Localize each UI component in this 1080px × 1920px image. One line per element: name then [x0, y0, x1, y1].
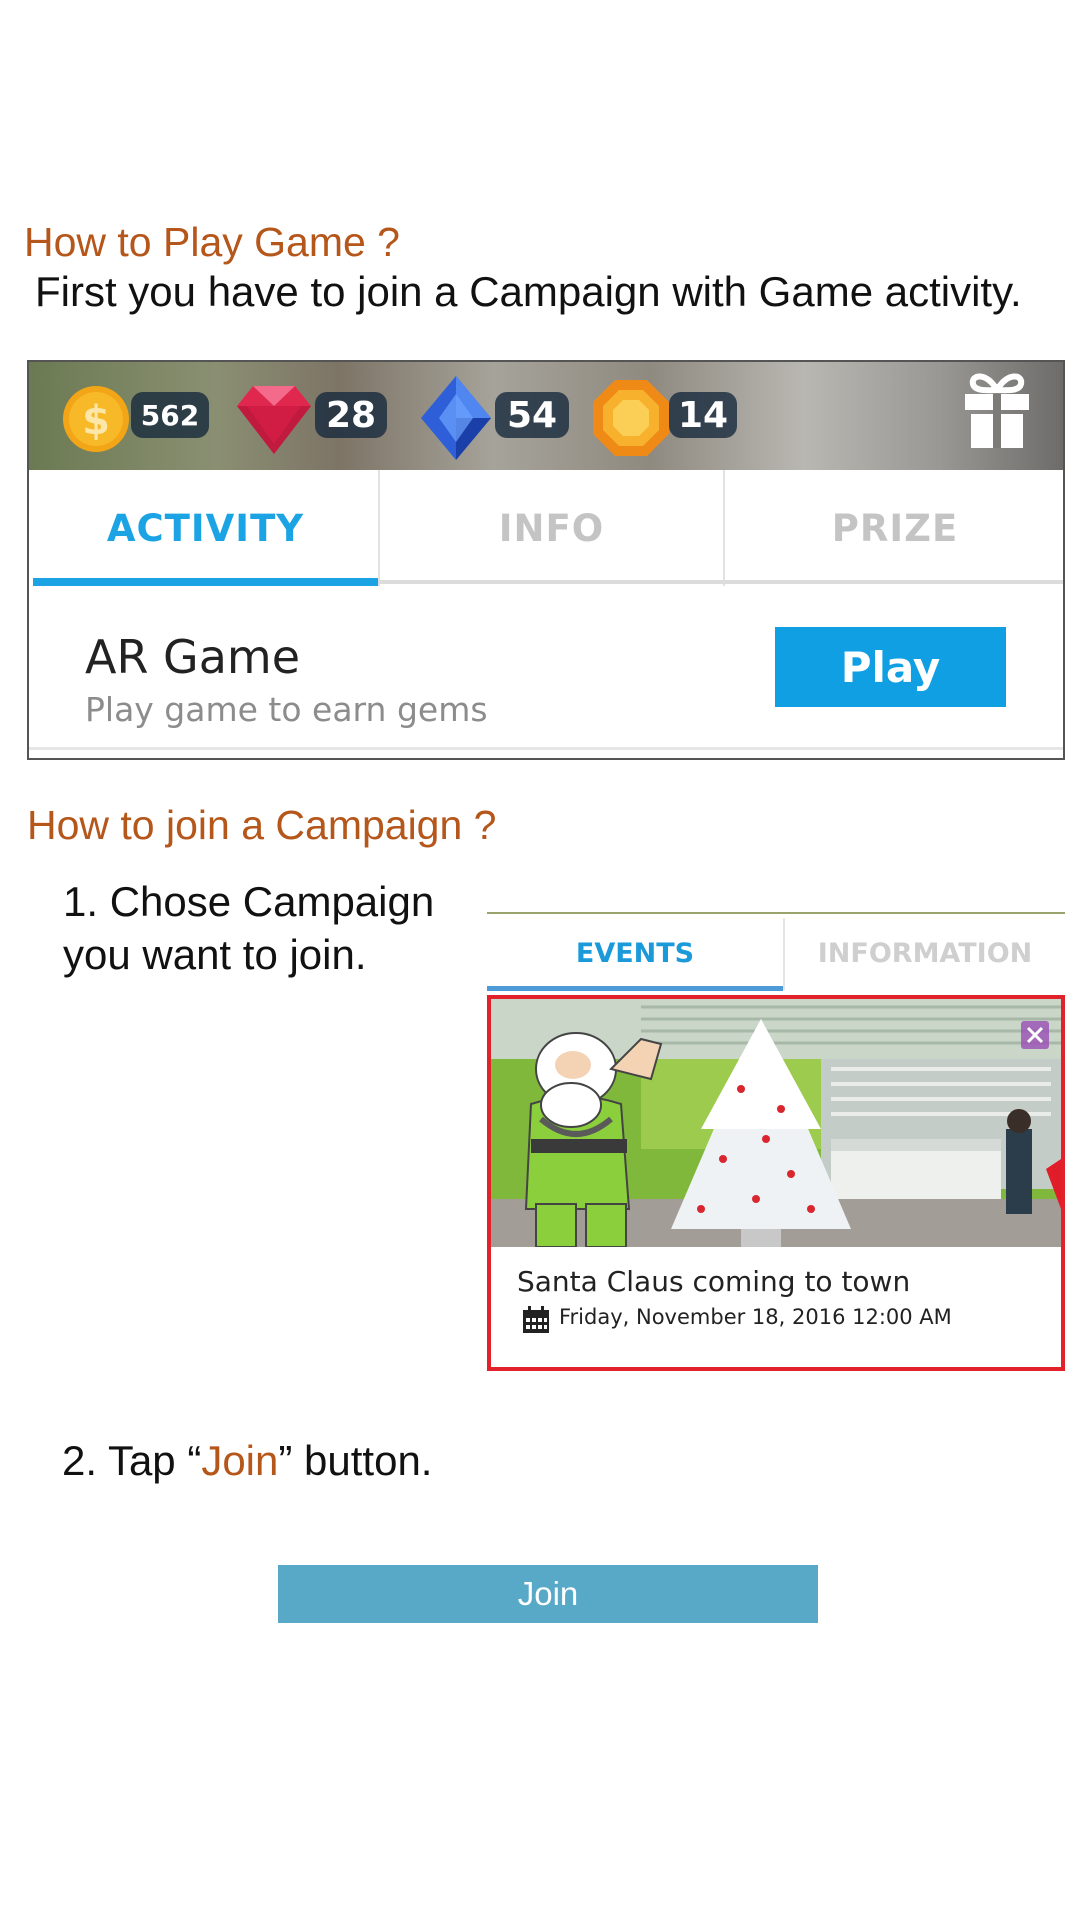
game-tab-bar: ACTIVITY INFO PRIZE	[29, 470, 1063, 586]
step2-join-highlight: Join	[201, 1437, 279, 1484]
step1-line2: you want to join.	[63, 931, 367, 978]
coin-icon: $	[63, 386, 129, 452]
game-screenshot: $ 562 28 54 14 ACTIVITY INFO PRIZE AR Ga…	[27, 360, 1065, 760]
play-button[interactable]: Play	[775, 627, 1006, 707]
calendar-icon	[523, 1306, 549, 1333]
heading-how-to-play: How to Play Game ?	[24, 219, 400, 265]
event-date: Friday, November 18, 2016 12:00 AM	[559, 1305, 952, 1329]
tab-info[interactable]: INFO	[380, 470, 723, 586]
events-top-rule	[487, 912, 1065, 914]
tab-information[interactable]: INFORMATION	[785, 918, 1065, 988]
activity-subtitle: Play game to earn gems	[85, 690, 488, 729]
event-card[interactable]: Santa Claus coming to town Friday, Novem…	[487, 995, 1065, 1371]
heading-how-to-join: How to join a Campaign ?	[27, 802, 497, 848]
activity-title: AR Game	[85, 630, 300, 684]
list-divider	[29, 747, 1063, 750]
coin-count: 562	[131, 392, 209, 438]
join-button[interactable]: Join	[278, 1565, 818, 1623]
step2-prefix: 2. Tap “	[62, 1437, 202, 1484]
svg-text:$: $	[82, 398, 110, 444]
gift-icon[interactable]	[959, 368, 1035, 452]
event-title: Santa Claus coming to town	[517, 1265, 911, 1298]
ruby-count: 28	[315, 392, 387, 438]
amber-count: 14	[669, 392, 737, 438]
tab-prize[interactable]: PRIZE	[725, 470, 1063, 586]
event-image	[491, 999, 1061, 1247]
tab-events[interactable]: EVENTS	[487, 918, 783, 988]
active-tab-indicator	[487, 986, 783, 991]
step2-suffix: ” button.	[278, 1437, 433, 1484]
step2-text: 2. Tap “Join” button.	[62, 1437, 432, 1485]
amber-gem-icon	[593, 380, 669, 456]
sapphire-gem-icon	[421, 376, 491, 460]
sapphire-count: 54	[495, 392, 569, 438]
ruby-gem-icon	[237, 386, 311, 454]
intro-text: First you have to join a Campaign with G…	[35, 268, 1022, 315]
tab-baseline	[378, 580, 1063, 584]
active-tab-indicator	[33, 578, 378, 586]
resource-bar: $ 562 28 54 14	[29, 362, 1063, 470]
step1-line1: 1. Chose Campaign	[63, 878, 435, 925]
tab-activity[interactable]: ACTIVITY	[33, 470, 378, 586]
